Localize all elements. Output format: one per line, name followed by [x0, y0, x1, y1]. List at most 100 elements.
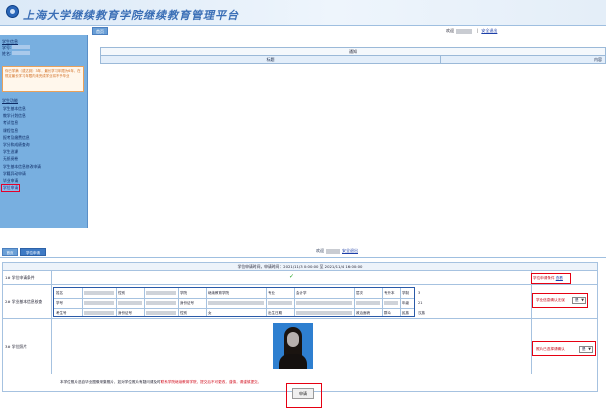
redacted-value	[84, 301, 114, 305]
redacted-value	[268, 301, 292, 305]
sidebar-item[interactable]: 考试信息	[3, 120, 18, 126]
grid-col-line	[294, 288, 295, 316]
sidebar-item[interactable]: 毕业申请	[3, 178, 18, 184]
grid-field-label: 性别	[118, 290, 125, 295]
divider	[51, 319, 52, 374]
redacted-value	[296, 301, 352, 305]
user-bar-2: 欢迎 安全退出	[316, 248, 358, 254]
notice-table-header: 标题 内容	[101, 56, 605, 63]
redacted-name	[12, 51, 30, 55]
divider	[51, 271, 52, 284]
grid-col-line	[82, 288, 83, 316]
grid-field-value: 会计学	[296, 290, 307, 295]
grid-field-value: 继续教育学院	[208, 290, 229, 295]
highlight-box	[532, 293, 588, 308]
university-logo-icon	[6, 5, 19, 18]
grid-field-value: 专升本	[384, 290, 395, 295]
grid-field-label: 考生号	[56, 310, 67, 315]
grid-field-label: 民族	[402, 310, 409, 315]
redacted-value	[296, 311, 352, 315]
sidebar-item[interactable]: 学生基本信息修改申请	[3, 164, 41, 170]
check-icon: ✓	[289, 273, 295, 280]
grid-col-line	[382, 288, 383, 316]
grid-field-value: 21	[418, 300, 423, 305]
col-content: 内容	[594, 57, 602, 62]
sidebar-item[interactable]: 学生选课	[3, 149, 18, 155]
row-degree-conditions: 1# 学位申请条件 ✓ 学位申请条件 查看	[3, 271, 597, 285]
grid-field-label: 年级	[402, 300, 409, 305]
grid-field-label: 身份证号	[180, 300, 194, 305]
student-functions-heading: 学生功能	[2, 98, 18, 103]
main-content: 通知 标题 内容	[88, 35, 606, 228]
grid-col-line	[116, 288, 117, 316]
sidebar-item[interactable]: 学位申请	[0, 184, 21, 193]
grid-field-label: 专业	[268, 290, 275, 295]
sidebar-item[interactable]: 报考及缴费信息	[3, 135, 30, 141]
sidebar-item[interactable]: 课程信息	[3, 128, 18, 134]
grid-field-label: 层次	[356, 290, 363, 295]
redacted-value	[208, 301, 264, 305]
grid-field-label: 学制	[402, 290, 409, 295]
grid-field-value: 女	[208, 310, 212, 315]
redacted-student-no	[12, 45, 30, 49]
degree-application-panel: 学位申请时间，申请时间：2021/11/3 0:00:00 至 2021/11/…	[2, 262, 598, 392]
photo-body	[279, 354, 307, 369]
row-label: 2# 学业基本信息核查	[5, 299, 43, 304]
tab-bar-2	[0, 247, 606, 258]
sidebar-item[interactable]: 学籍异动申请	[3, 171, 26, 177]
redacted-value	[118, 301, 142, 305]
tab-degree-application[interactable]: 学位申请	[20, 248, 46, 256]
redacted-value	[84, 291, 114, 295]
notice-table-title: 通知	[101, 48, 605, 56]
grid-col-line	[354, 288, 355, 316]
redacted-value	[146, 311, 176, 315]
application-period: 学位申请时间，申请时间：2021/11/3 0:00:00 至 2021/11/…	[3, 263, 597, 271]
sidebar-item[interactable]: 无纸阅卷	[3, 156, 18, 162]
apply-button[interactable]: 申请	[292, 388, 314, 399]
sidebar-item[interactable]: 学分和成绩查询	[3, 142, 30, 148]
logout-link[interactable]: 安全退出	[481, 28, 497, 33]
tab-home-2[interactable]: 首页	[2, 248, 18, 256]
platform-title: 上海大学继续教育学院继续教育管理平台	[23, 9, 239, 22]
redacted-value	[356, 301, 380, 305]
redacted-username	[456, 28, 472, 34]
notice-table: 通知 标题 内容	[100, 47, 606, 64]
logout-link-2[interactable]: 安全退出	[342, 248, 358, 253]
grid-field-label: 学院	[180, 290, 187, 295]
photo-footnote: 本学位照片选自毕业图像采集照片，如对学位照片有疑问请及时联系学院继续教育学院，提…	[60, 380, 261, 385]
row-label: 1# 学位申请条件	[5, 275, 35, 280]
separator: |	[477, 28, 479, 33]
col-title: 标题	[101, 56, 441, 63]
grid-field-label: 出生日期	[268, 310, 282, 315]
grid-field-label: 身份证号	[118, 310, 132, 315]
grid-field-value: 群众	[384, 310, 391, 315]
grid-col-line	[144, 288, 145, 316]
header-banner: 上海大学继续教育学院继续教育管理平台	[0, 0, 606, 26]
degree-photo	[273, 323, 313, 369]
grid-row-line	[54, 298, 414, 299]
highlight-box	[531, 273, 571, 284]
divider	[51, 285, 52, 318]
row-label: 3# 学位照片	[5, 344, 27, 349]
sidebar-item[interactable]: 教学计划信息	[3, 113, 26, 119]
footnote-part-b: 联系学院继续教育学院，提交后不可更改，谨慎，请谨慎提交。	[160, 380, 262, 384]
redacted-value	[146, 301, 176, 305]
name-label: 姓名:	[2, 51, 12, 56]
redacted-value	[384, 301, 398, 305]
grid-col-line	[400, 288, 401, 316]
redacted-value	[84, 311, 114, 315]
grid-col-line	[266, 288, 267, 316]
photo-face	[287, 332, 299, 347]
highlight-box	[532, 341, 596, 356]
row-degree-photo: 3# 学位照片 照片已选择请确认 是	[3, 319, 597, 374]
sidebar: 学生信息 学号: 姓名: 你已学满（或达到）3年，最长学习年限为6年，在规定最长…	[0, 35, 88, 228]
redacted-username-2	[326, 248, 340, 254]
study-period-notice: 你已学满（或达到）3年，最长学习年限为6年，在规定最长学习年限内未完成学业将不予…	[2, 66, 84, 92]
grid-field-value: 3	[418, 290, 421, 295]
welcome-label-2: 欢迎	[316, 248, 324, 253]
redacted-value	[146, 291, 176, 295]
sidebar-item[interactable]: 学生基本信息	[3, 106, 26, 112]
screenshot-separator	[0, 228, 606, 240]
grid-field-label: 性别	[180, 310, 187, 315]
tab-home[interactable]: 首页	[92, 27, 108, 35]
